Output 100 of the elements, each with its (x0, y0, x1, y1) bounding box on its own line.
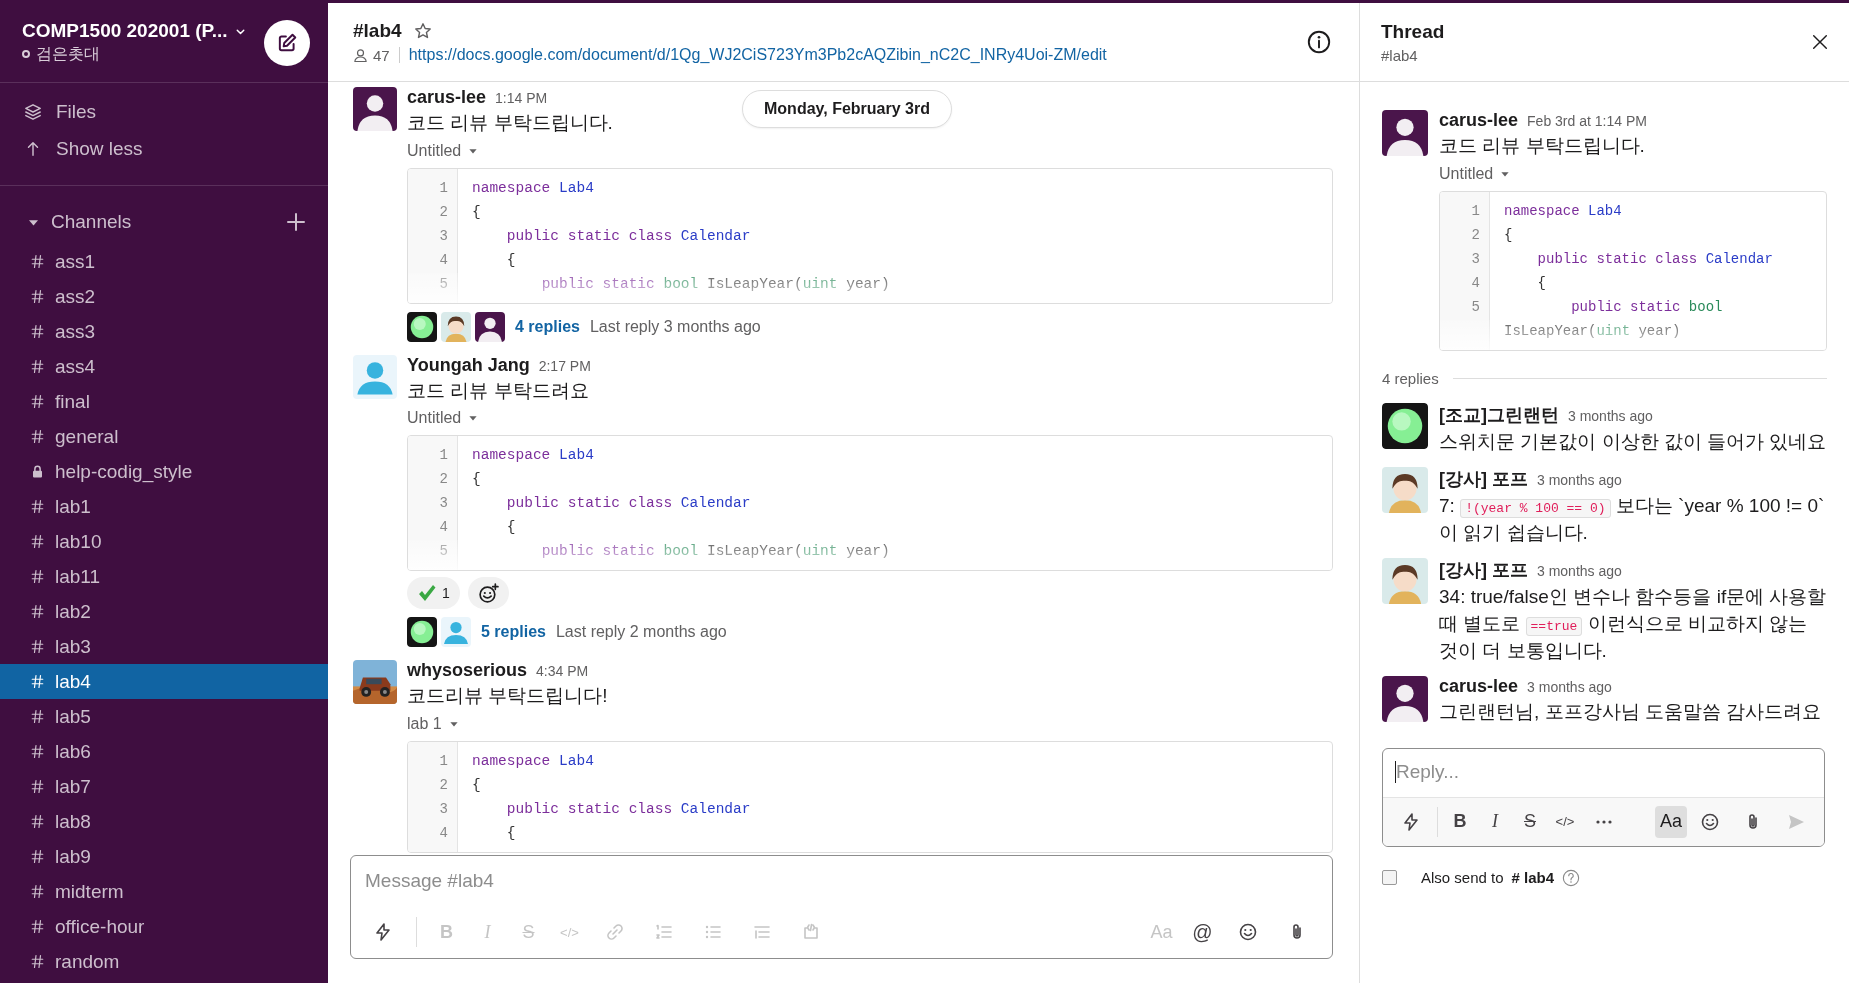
bold-button[interactable]: B (1444, 805, 1476, 838)
hash-icon (30, 394, 45, 409)
code-line: namespace Lab4 (472, 751, 595, 771)
message-text: 그린랜턴님, 포프강사님 도움말씀 감사드려요 (1439, 700, 1822, 725)
replies-link[interactable]: 5 replies (481, 623, 546, 642)
hash-icon (30, 779, 45, 794)
message-text: 코드 리뷰 부탁드립니다. (1439, 134, 1645, 158)
channel-name[interactable]: #lab4 (1381, 46, 1445, 64)
channel-item[interactable]: lab2 (0, 594, 328, 629)
channel-item[interactable]: lab5 (0, 699, 328, 734)
code-line: { (1504, 225, 1514, 245)
code-line: { (505, 250, 517, 270)
format-button[interactable]: Aa (1655, 805, 1687, 838)
channel-item[interactable]: lab3 (0, 629, 328, 664)
author-name[interactable]: carus-lee (407, 87, 487, 108)
member-count[interactable]: 47 (373, 46, 390, 64)
hash-icon (30, 324, 45, 339)
author-name[interactable]: carus-lee (1439, 676, 1519, 698)
star-icon[interactable] (413, 22, 432, 40)
replies-link[interactable]: 4 replies (515, 317, 580, 336)
channel-item[interactable]: help-codig_style (0, 454, 328, 489)
channels-header[interactable]: Channels (51, 211, 132, 233)
user-avatar (353, 87, 397, 131)
author-name[interactable]: carus-lee (1439, 110, 1519, 131)
channel-item[interactable]: midterm (0, 874, 328, 909)
channel-item[interactable]: lab8 (0, 804, 328, 839)
layers-icon (24, 102, 42, 121)
channel-item[interactable]: general (0, 419, 328, 454)
timestamp: Feb 3rd at 1:14 PM (1527, 113, 1647, 129)
channel-item[interactable]: lab6 (0, 734, 328, 769)
line-number: 3 (439, 226, 448, 246)
reply-input[interactable]: Reply... B I S </> Aa (1382, 747, 1825, 847)
author-name[interactable]: whysoserious (407, 660, 528, 682)
topic-link[interactable]: https://docs.google.com/document/d/1Qg_WJ2CiS723Ym3Pb2cAQZibin_nC2C_INRy4Uoi-ZM/edit (408, 46, 1107, 64)
strikethrough-button[interactable]: S (1514, 805, 1546, 838)
line-number: 3 (1471, 249, 1480, 269)
channel-item[interactable]: random (0, 944, 328, 979)
author-name[interactable]: [강사] 포프 (1439, 558, 1528, 583)
reaction[interactable]: 1 (407, 577, 460, 610)
emoji-icon[interactable] (1700, 811, 1720, 832)
channel-item[interactable]: ass4 (0, 349, 328, 384)
channel-item[interactable]: ass3 (0, 314, 328, 349)
info-icon[interactable] (1307, 30, 1331, 54)
emoji-icon[interactable] (1237, 922, 1258, 942)
compose-button[interactable] (264, 19, 310, 66)
snippet-title[interactable]: Untitled (407, 409, 462, 428)
channel-item[interactable]: lab4 (0, 664, 328, 699)
workspace-name[interactable]: COMP1500 202001 (P... (22, 20, 228, 42)
snippet-title[interactable]: Untitled (407, 141, 462, 160)
hash-icon (30, 884, 45, 899)
channel-item[interactable]: lab10 (0, 524, 328, 559)
mention-button[interactable]: @ (1185, 916, 1220, 948)
snippet-title[interactable]: Untitled (1439, 164, 1494, 183)
timestamp: 1:14 PM (495, 90, 548, 106)
italic-button[interactable]: I (1479, 805, 1511, 838)
line-number: 1 (439, 178, 448, 198)
hash-icon (30, 359, 45, 374)
author-name[interactable]: Youngah Jang (407, 354, 530, 376)
line-number: 4 (439, 518, 448, 538)
channel-item[interactable]: lab1 (0, 489, 328, 524)
line-number: 2 (439, 202, 448, 222)
hash-icon (30, 954, 45, 969)
hash-icon (30, 709, 45, 724)
channel-item[interactable]: office-hour (0, 909, 328, 944)
channel-item[interactable]: final (0, 384, 328, 419)
hash-icon (30, 289, 45, 304)
last-reply: Last reply 2 months ago (555, 623, 727, 642)
snippet-title[interactable]: lab 1 (407, 714, 442, 733)
channel-item[interactable]: lab9 (0, 839, 328, 874)
channel-item[interactable]: ass1 (0, 244, 328, 279)
user-avatar (1382, 676, 1428, 723)
code-line: { (505, 518, 517, 538)
timestamp: 2:17 PM (538, 357, 591, 374)
user-avatar (1382, 110, 1428, 156)
sidebar-item[interactable]: Show less (56, 137, 143, 160)
code-line: namespace Lab4 (1504, 201, 1623, 221)
add-reaction-icon (477, 582, 499, 604)
channel-item[interactable]: lab7 (0, 769, 328, 804)
author-name[interactable]: [조교]그린랜턴 (1439, 402, 1559, 427)
plus-icon[interactable] (286, 212, 306, 232)
checkbox[interactable] (1382, 870, 1397, 886)
hash-icon (30, 744, 45, 759)
line-number: 3 (439, 494, 448, 514)
help-icon[interactable] (1562, 868, 1581, 887)
user-avatar (1382, 402, 1428, 449)
author-name[interactable]: [강사] 포프 (1439, 467, 1528, 492)
line-number: 2 (1471, 225, 1480, 245)
timestamp: 3 months ago (1527, 679, 1612, 696)
lightning-icon[interactable] (1401, 811, 1421, 832)
channel-item[interactable]: lab11 (0, 559, 328, 594)
code-button[interactable]: </> (1549, 805, 1581, 838)
message-text: 34: true/false인 변수나 함수등을 if문에 사용할 때 별도로 ==true 이런식으로 비교하지 않는 것이 더 보통입니다. (1439, 585, 1827, 663)
panel-title: Thread (1381, 20, 1445, 43)
code-line: public static class Calendar (505, 226, 752, 246)
user-avatar (407, 617, 437, 648)
message-text: 코드 리뷰 부탁드려요 (407, 378, 589, 403)
channel-item[interactable]: ass2 (0, 279, 328, 314)
close-icon[interactable] (1811, 33, 1829, 51)
add-reaction-button[interactable] (467, 577, 509, 610)
sidebar-item[interactable]: Files (56, 100, 97, 123)
